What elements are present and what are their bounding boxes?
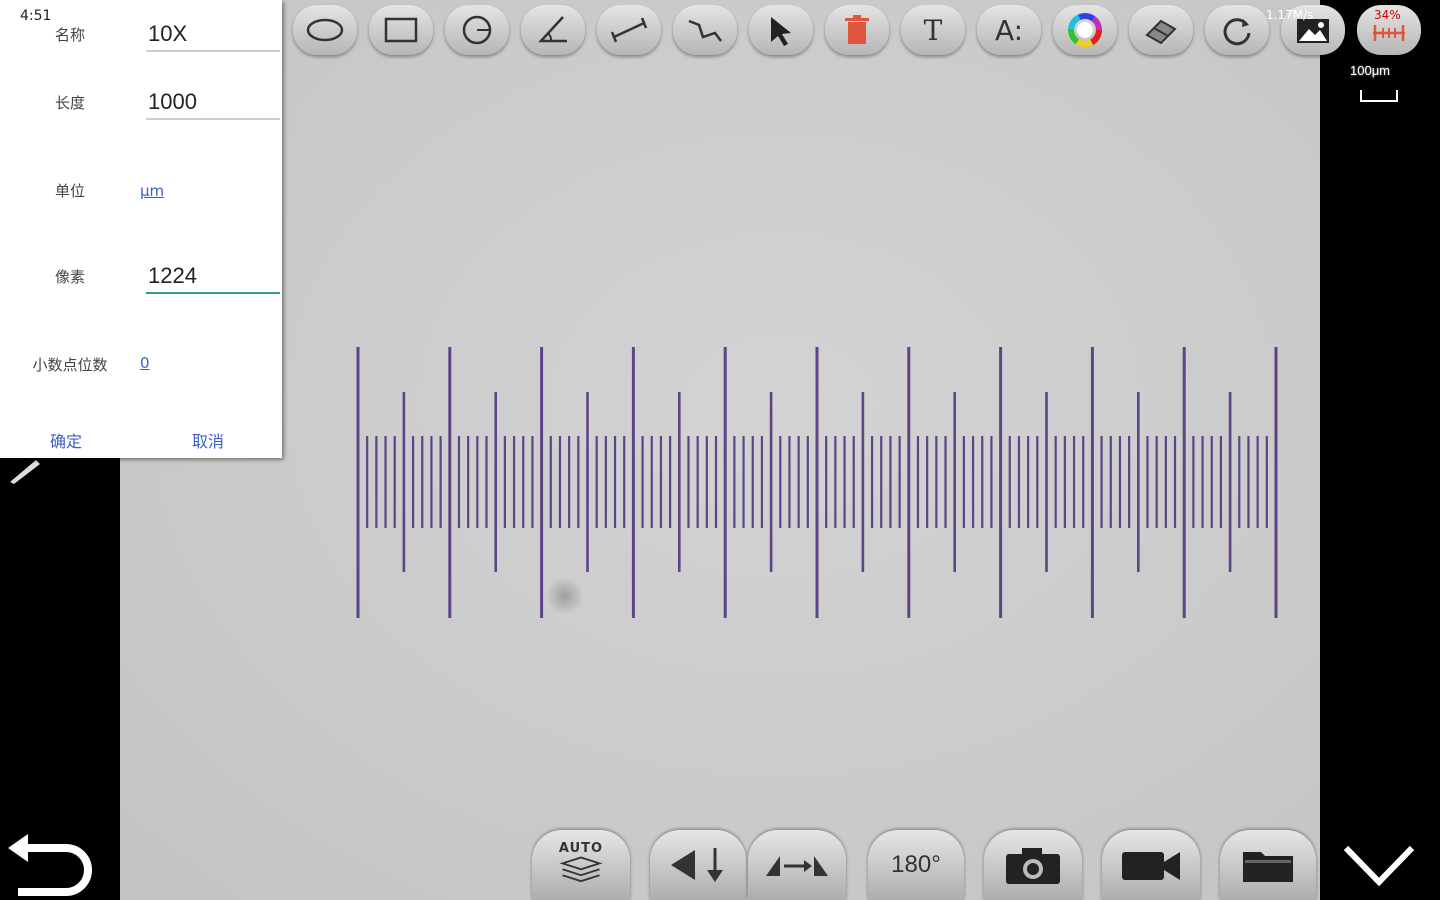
select-arrow-icon: [771, 17, 791, 46]
color-picker-icon: [1068, 13, 1102, 47]
video-camera-icon: [1122, 852, 1180, 880]
scale-bar-label: 100μm: [1350, 63, 1391, 78]
unit-label: 单位: [54, 182, 85, 200]
rectangle-tool-button[interactable]: [369, 5, 433, 55]
back-arrow-icon[interactable]: [4, 834, 96, 896]
decimals-label: 小数点位数: [32, 356, 108, 374]
rotate-180-button[interactable]: 180°: [868, 830, 964, 900]
unit-selector[interactable]: μm: [140, 182, 164, 200]
folder-icon: [1243, 852, 1293, 882]
angle-tool-button[interactable]: [521, 5, 585, 55]
edit-pencil-icon[interactable]: [8, 458, 42, 484]
text-tool-button[interactable]: T: [901, 5, 965, 55]
decimals-selector[interactable]: 0: [140, 354, 150, 372]
eraser-button[interactable]: [1129, 5, 1193, 55]
circle-tool-button[interactable]: [445, 5, 509, 55]
pixels-input[interactable]: [146, 260, 280, 294]
status-battery: 34%: [1374, 8, 1401, 22]
record-video-button[interactable]: [1102, 830, 1200, 900]
flip-vertical-icon: [671, 848, 723, 882]
line-measure-tool-icon: [610, 17, 648, 43]
open-folder-button[interactable]: [1220, 830, 1316, 900]
text-tool-icon: T: [923, 13, 943, 47]
refresh-icon: [1223, 18, 1251, 46]
length-input[interactable]: [146, 86, 280, 120]
debris-spot: [545, 578, 585, 614]
confirm-button[interactable]: 确定: [50, 428, 82, 452]
auto-label: AUTO: [558, 840, 604, 856]
name-input[interactable]: [146, 18, 280, 52]
rotate-180-label: 180°: [891, 851, 941, 878]
font-size-icon: A:: [994, 13, 1024, 47]
top-toolbar: T A:: [293, 5, 1433, 57]
ellipse-tool-icon: [306, 18, 344, 42]
snapshot-button[interactable]: [984, 830, 1082, 900]
font-size-button[interactable]: A:: [977, 5, 1041, 55]
status-network-speed: 1.17M/s: [1266, 8, 1314, 22]
color-picker-button[interactable]: [1053, 5, 1117, 55]
status-time: 4:51: [20, 8, 52, 24]
name-label: 名称: [54, 26, 85, 44]
line-measure-tool-button[interactable]: [597, 5, 661, 55]
length-label: 长度: [54, 94, 85, 112]
chevron-down-icon[interactable]: [1340, 838, 1418, 890]
select-arrow-button[interactable]: [749, 5, 813, 55]
micrometer-ruler: [356, 347, 1278, 618]
flip-horizontal-button[interactable]: [748, 830, 846, 900]
scale-bar: [1360, 90, 1398, 102]
ellipse-tool-button[interactable]: [293, 5, 357, 55]
pixels-label: 像素: [54, 268, 85, 286]
camera-preview[interactable]: 100μm: [120, 0, 1398, 900]
delete-trash-icon: [845, 15, 869, 44]
delete-button[interactable]: [825, 5, 889, 55]
cancel-button[interactable]: 取消: [192, 428, 224, 452]
circle-tool-icon: [462, 15, 492, 45]
angle-tool-icon: [538, 16, 567, 43]
flip-horizontal-icon: [766, 856, 828, 876]
layers-icon: [559, 856, 603, 882]
eraser-icon: [1145, 19, 1177, 45]
polyline-tool-button[interactable]: [673, 5, 737, 55]
refresh-button[interactable]: [1205, 5, 1269, 55]
auto-exposure-button[interactable]: AUTO: [532, 830, 630, 900]
flip-vertical-button[interactable]: [650, 830, 746, 900]
rectangle-tool-icon: [384, 17, 418, 43]
calibration-dialog: 名称 长度 单位 μm 像素 小数点位数 0 确定 取消: [0, 0, 282, 458]
camera-icon: [1006, 848, 1060, 884]
polyline-tool-icon: [688, 19, 722, 42]
